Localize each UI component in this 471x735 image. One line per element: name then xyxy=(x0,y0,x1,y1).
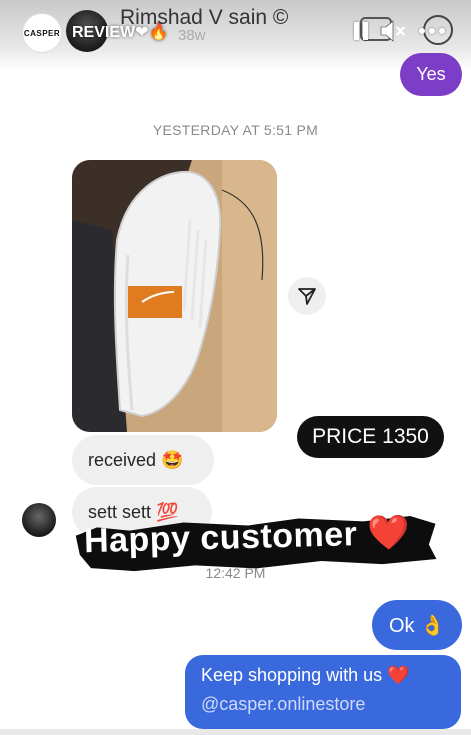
composer-bar-edge xyxy=(0,729,471,735)
more-options-icon[interactable] xyxy=(412,16,452,46)
message-timestamp: YESTERDAY AT 5:51 PM xyxy=(152,122,319,138)
outgoing-message-ok: Ok 👌 xyxy=(372,600,462,650)
pause-icon[interactable] xyxy=(354,16,372,46)
story-brand-avatar[interactable]: CASPER xyxy=(22,13,62,53)
store-handle-link[interactable]: @casper.onlinestore xyxy=(201,694,445,715)
message-timestamp: 12:42 PM xyxy=(205,565,266,581)
incoming-message-received: received 🤩 xyxy=(72,435,214,485)
sender-avatar[interactable] xyxy=(22,503,56,537)
mute-icon[interactable] xyxy=(378,16,408,46)
share-send-icon[interactable] xyxy=(288,277,326,315)
happy-customer-caption: Happy customer ❤️ xyxy=(83,513,411,561)
price-badge: PRICE 1350 xyxy=(297,416,444,458)
story-label: REVIEW❤🔥 xyxy=(72,24,169,41)
outgoing-message-yes: Yes xyxy=(400,53,462,96)
chat-contact-subtitle: 38w xyxy=(178,27,206,44)
shoe-photo-message[interactable] xyxy=(72,160,277,432)
outgoing-message-keep-shopping: Keep shopping with us ❤️ @casper.onlines… xyxy=(185,655,461,729)
keep-shopping-text: Keep shopping with us ❤️ xyxy=(201,665,410,685)
brand-logo-text: CASPER xyxy=(23,28,61,38)
